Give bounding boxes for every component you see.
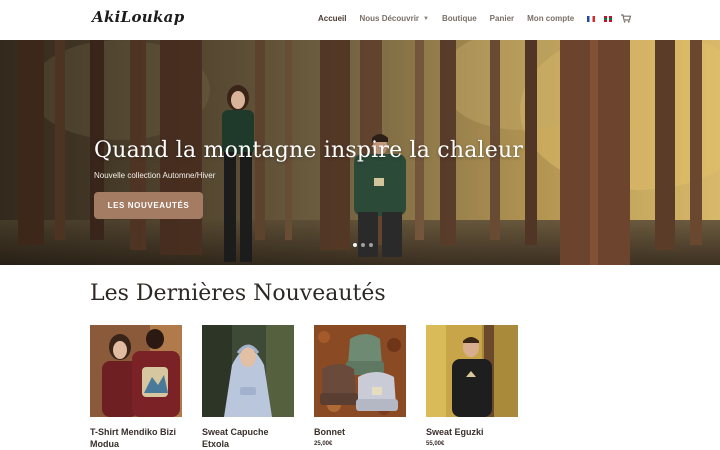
new-arrivals-button[interactable]: LES NOUVEAUTÉS — [94, 192, 203, 219]
product-card[interactable]: T-Shirt Mendiko Bizi Modua — [90, 325, 182, 450]
product-grid: T-Shirt Mendiko Bizi Modua Sweat Capuche… — [90, 325, 530, 450]
nav-item-panier[interactable]: Panier — [490, 14, 514, 23]
fr-flag-icon[interactable] — [587, 15, 596, 22]
cart-icon[interactable] — [621, 14, 632, 23]
nav-item-mon-compte[interactable]: Mon compte — [527, 14, 574, 23]
product-name[interactable]: Sweat Eguzki — [426, 426, 518, 438]
nav-item-label: Mon compte — [527, 14, 575, 23]
section-title: Les Dernières Nouveautés — [90, 281, 386, 306]
slider-pagination — [353, 243, 377, 247]
product-image[interactable] — [426, 325, 518, 417]
hero-title: Quand la montagne inspire la chaleur — [94, 138, 524, 163]
nav-item-label: Boutique — [442, 14, 477, 23]
nav-item-label: Panier — [489, 14, 515, 23]
slider-dot[interactable] — [361, 243, 365, 247]
slider-dot[interactable] — [369, 243, 373, 247]
product-name[interactable]: Sweat Capuche Etxola — [202, 426, 294, 450]
product-image[interactable] — [202, 325, 294, 417]
nav-item-label: Accueil — [318, 14, 347, 23]
slider-dot[interactable] — [353, 243, 357, 247]
product-card[interactable]: Sweat Capuche Etxola — [202, 325, 294, 450]
hero-slider: Quand la montagne inspire la chaleur Nou… — [0, 40, 720, 265]
site-logo[interactable]: AkiLoukap — [92, 8, 185, 26]
site-header: AkiLoukap Accueil Nous Découvrir ▼ Boutiq… — [0, 0, 720, 40]
chevron-down-icon: ▼ — [423, 15, 429, 22]
nav-item-boutique[interactable]: Boutique — [442, 14, 477, 23]
product-price: 25,00€ — [314, 441, 333, 447]
main-nav: Accueil Nous Découvrir ▼ Boutique Panier … — [318, 14, 632, 23]
hero-subtitle: Nouvelle collection Automne/Hiver — [94, 171, 216, 180]
product-card[interactable]: Sweat Eguzki 55,00€ — [426, 325, 518, 447]
product-image[interactable] — [314, 325, 406, 417]
product-price: 55,00€ — [426, 441, 445, 447]
nav-item-label: Nous Découvrir — [359, 14, 420, 23]
product-card[interactable]: Bonnet 25,00€ — [314, 325, 406, 447]
product-name[interactable]: Bonnet — [314, 426, 406, 438]
nav-item-accueil[interactable]: Accueil — [318, 14, 346, 23]
product-name[interactable]: T-Shirt Mendiko Bizi Modua — [90, 426, 182, 450]
nav-item-nous-decouvrir[interactable]: Nous Découvrir ▼ — [359, 14, 429, 23]
basque-flag-icon[interactable] — [604, 15, 613, 22]
product-image[interactable] — [90, 325, 182, 417]
